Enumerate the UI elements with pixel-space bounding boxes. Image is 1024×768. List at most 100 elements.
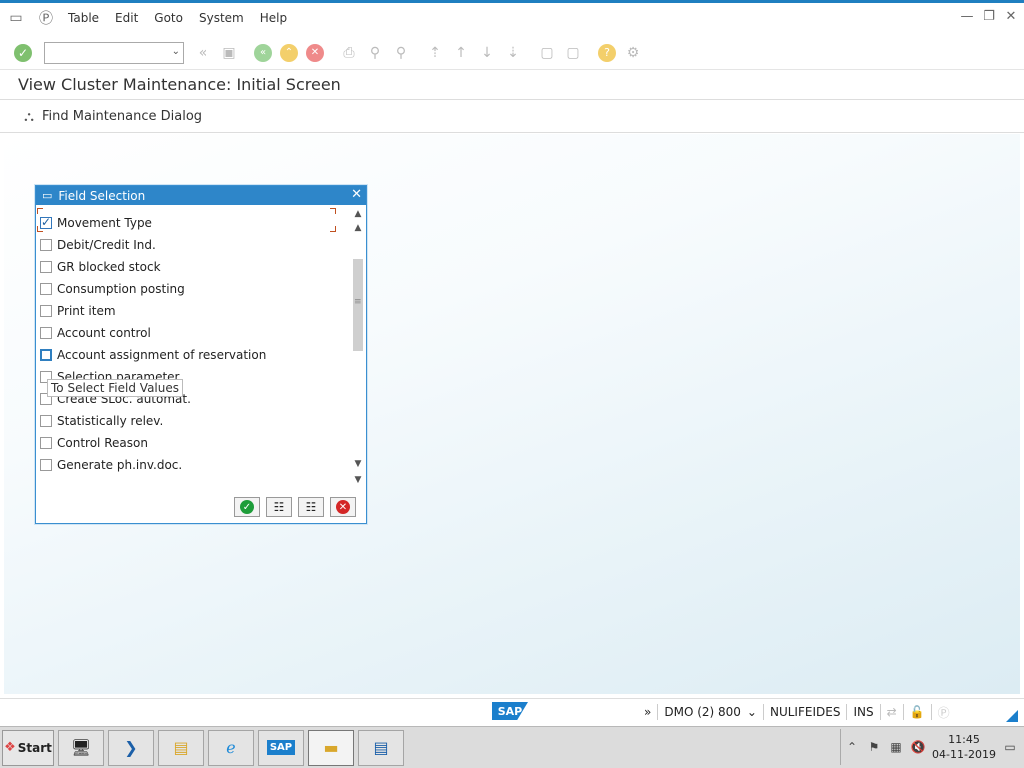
- scroll-thumb[interactable]: [353, 259, 363, 351]
- select-all-icon: ☷: [273, 500, 285, 514]
- start-button[interactable]: ❖ Start: [2, 729, 54, 766]
- help-icon[interactable]: ?: [596, 42, 618, 64]
- dialog-title: Field Selection: [58, 188, 146, 203]
- previous-page-icon[interactable]: ↑: [450, 42, 472, 64]
- next-page-icon[interactable]: ↓: [476, 42, 498, 64]
- mode-label[interactable]: INS: [846, 704, 879, 720]
- network-icon[interactable]: ▦: [885, 740, 907, 754]
- settings-gear-icon[interactable]: ⚙: [622, 42, 644, 64]
- checkbox-label: Consumption posting: [57, 282, 185, 296]
- chevron-down-icon[interactable]: ⌄: [172, 46, 180, 57]
- find-maintenance-dialog-label: Find Maintenance Dialog: [42, 109, 203, 124]
- checkbox-label: Control Reason: [57, 436, 148, 450]
- select-all-button[interactable]: ☷: [266, 497, 292, 517]
- create-session-icon[interactable]: ▢: [536, 42, 558, 64]
- sap-gui-menu-icon[interactable]: Ⓟ: [38, 10, 54, 27]
- system-info[interactable]: DMO (2) 800 ⌄: [657, 704, 763, 720]
- windows-logo-icon: ❖: [4, 740, 16, 755]
- minimize-icon[interactable]: —: [958, 7, 976, 25]
- clock[interactable]: 11:45 04-11-2019: [929, 732, 999, 762]
- start-label: Start: [17, 740, 52, 755]
- list-item[interactable]: GR blocked stock: [40, 256, 340, 278]
- focus-frame-corner: [330, 208, 336, 214]
- dialog-window-icon: ▭: [42, 189, 53, 202]
- checkbox-label: Print item: [57, 304, 116, 318]
- resize-corner-icon[interactable]: [1006, 710, 1018, 722]
- deselect-all-button[interactable]: ☷: [298, 497, 324, 517]
- list-item[interactable]: Print item: [40, 300, 340, 322]
- checkbox[interactable]: [40, 239, 52, 251]
- page-up-icon[interactable]: ▲: [352, 221, 364, 235]
- standard-toolbar: ✓ ⌄ « ▣ « ⌃ ✕ ⎙ ⚲ ⚲ ⇡ ↑ ↓ ⇣ ▢ ▢ ? ⚙: [0, 36, 1024, 70]
- menu-edit[interactable]: Edit: [107, 11, 146, 25]
- show-hidden-icons-icon[interactable]: ⌃: [841, 740, 863, 754]
- exit-icon[interactable]: ⌃: [278, 42, 300, 64]
- close-window-icon[interactable]: ✕: [1002, 7, 1020, 25]
- command-field[interactable]: ⌄: [44, 41, 184, 64]
- find-next-icon[interactable]: ⚲: [390, 42, 412, 64]
- menu-table[interactable]: Table: [60, 11, 107, 25]
- lock-icon: 🔓: [902, 704, 931, 720]
- show-desktop-icon[interactable]: ▭: [999, 740, 1021, 754]
- tooltip: To Select Field Values: [47, 379, 183, 397]
- close-icon[interactable]: ✕: [351, 187, 362, 202]
- first-page-icon[interactable]: ⇡: [424, 42, 446, 64]
- menu-help[interactable]: Help: [252, 11, 295, 25]
- menu-launcher-icon[interactable]: ▭: [8, 10, 24, 26]
- focus-frame-corner: [37, 208, 43, 214]
- back-icon[interactable]: «: [252, 42, 274, 64]
- menu-goto[interactable]: Goto: [146, 11, 191, 25]
- list-item[interactable]: Debit/Credit Ind.: [40, 234, 340, 256]
- print-icon[interactable]: ⎙: [338, 42, 360, 64]
- shortcut-icon[interactable]: ▢: [562, 42, 584, 64]
- list-item[interactable]: Statistically relev.: [40, 410, 340, 432]
- list-item[interactable]: Account assignment of reservation: [40, 344, 340, 366]
- scroll-down-icon[interactable]: ▼: [352, 473, 364, 487]
- server-manager-icon[interactable]: 🖥: [58, 729, 104, 766]
- list-item[interactable]: Generate ph.inv.doc.: [40, 454, 340, 476]
- checkbox[interactable]: [40, 349, 52, 361]
- checkbox-label: Account assignment of reservation: [57, 348, 267, 362]
- focus-frame-corner: [330, 226, 336, 232]
- list-item[interactable]: Account control: [40, 322, 340, 344]
- list-item[interactable]: Control Reason: [40, 432, 340, 454]
- save-icon[interactable]: ▣: [218, 42, 240, 64]
- continue-button[interactable]: ✓: [234, 497, 260, 517]
- application-toolbar: ⛬ Find Maintenance Dialog: [0, 101, 1024, 133]
- taskbar: ❖ Start 🖥 ❯ ▤ ℯ SAP ▬ ▤ ⌃ ⚑ ▦ 🔇 11:45 04…: [0, 726, 1024, 768]
- menu-system[interactable]: System: [191, 11, 252, 25]
- cancel-button[interactable]: ✕: [330, 497, 356, 517]
- checkbox[interactable]: [40, 283, 52, 295]
- page-down-icon[interactable]: ▼: [352, 457, 364, 471]
- checkbox[interactable]: [40, 459, 52, 471]
- expand-status-icon[interactable]: »: [638, 704, 657, 720]
- sap-logon-icon[interactable]: SAP: [258, 729, 304, 766]
- scrollbar[interactable]: ▲ ▲ ▼ ▼: [352, 207, 364, 491]
- checkbox[interactable]: [40, 327, 52, 339]
- sap-logo: SAP: [492, 702, 528, 720]
- sap-gui-window-icon[interactable]: ▬: [308, 729, 354, 766]
- find-maintenance-dialog-button[interactable]: ⛬ Find Maintenance Dialog: [20, 108, 202, 126]
- field-list: Movement Type Debit/Credit Ind. GR blocked…: [37, 208, 340, 476]
- find-icon[interactable]: ⚲: [364, 42, 386, 64]
- powershell-icon[interactable]: ❯: [108, 729, 154, 766]
- checkbox[interactable]: [40, 261, 52, 273]
- cancel-icon[interactable]: ✕: [304, 42, 326, 64]
- menu-bar: ▭ Ⓟ Table Edit Goto System Help — ❐ ✕: [0, 0, 1024, 32]
- checkbox-label: GR blocked stock: [57, 260, 161, 274]
- list-item[interactable]: Movement Type: [37, 208, 340, 234]
- file-explorer-icon[interactable]: ▤: [158, 729, 204, 766]
- action-center-flag-icon[interactable]: ⚑: [863, 740, 885, 754]
- checkbox[interactable]: [40, 305, 52, 317]
- enter-icon[interactable]: ✓: [12, 42, 34, 64]
- double-back-icon[interactable]: «: [192, 42, 214, 64]
- checkbox[interactable]: [40, 437, 52, 449]
- internet-explorer-icon[interactable]: ℯ: [208, 729, 254, 766]
- document-icon[interactable]: ▤: [358, 729, 404, 766]
- checkbox[interactable]: [40, 415, 52, 427]
- scroll-up-icon[interactable]: ▲: [352, 207, 364, 221]
- volume-muted-icon[interactable]: 🔇: [907, 740, 929, 754]
- restore-icon[interactable]: ❐: [980, 7, 998, 25]
- last-page-icon[interactable]: ⇣: [502, 42, 524, 64]
- list-item[interactable]: Consumption posting: [40, 278, 340, 300]
